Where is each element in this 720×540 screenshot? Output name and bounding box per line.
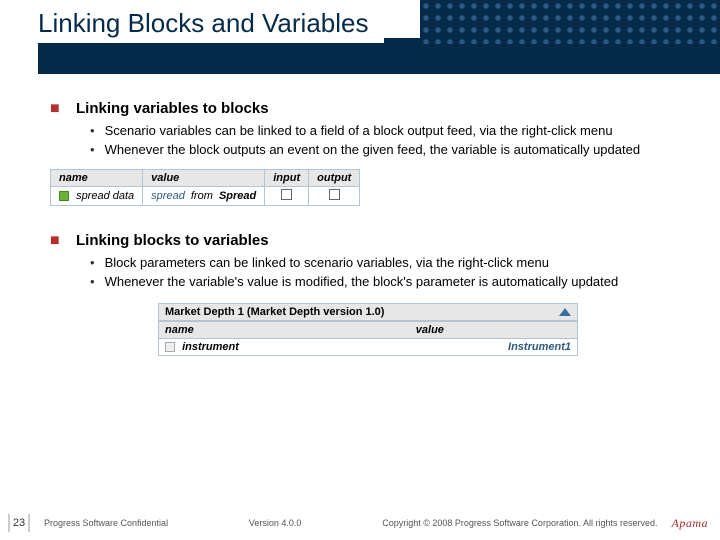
footer-confidential: Progress Software Confidential: [44, 518, 168, 528]
param-name: instrument: [182, 341, 239, 353]
type-swatch-icon: [165, 342, 175, 352]
block-parameter-panel: Market Depth 1 (Market Depth version 1.0…: [158, 303, 578, 356]
variable-link-table: name value input output spread data spre…: [50, 169, 360, 206]
bullet-text: Whenever the variable's value is modifie…: [105, 274, 619, 291]
footer-version: Version 4.0.0: [168, 518, 382, 528]
input-checkbox: [281, 189, 292, 200]
col-input: input: [265, 169, 309, 186]
col-value: value: [410, 321, 577, 338]
footer: 23 Progress Software Confidential Versio…: [0, 506, 720, 540]
type-swatch-icon: [59, 191, 69, 201]
linked-feed: Spread: [219, 190, 256, 202]
decorative-dots: [420, 0, 720, 44]
content: ■ Linking variables to blocks • Scenario…: [0, 74, 720, 540]
col-name: name: [159, 321, 410, 338]
bullet-icon: •: [90, 255, 95, 272]
col-value: value: [143, 169, 265, 186]
brand-logo: Apama: [672, 516, 709, 531]
linked-field: spread: [151, 190, 185, 202]
page-number: 23: [8, 514, 30, 532]
table-row: spread data spread from Spread: [51, 186, 360, 205]
bullet-icon: •: [90, 274, 95, 291]
bullet-icon: •: [90, 123, 95, 140]
collapse-triangle-icon: [559, 308, 571, 316]
param-value: Instrument1: [410, 338, 577, 355]
section-linking-blocks-to-variables: ■ Linking blocks to variables • Block pa…: [50, 232, 686, 356]
bullet-square-icon: ■: [50, 101, 62, 117]
bullet-square-icon: ■: [50, 233, 62, 249]
footer-copyright: Copyright © 2008 Progress Software Corpo…: [382, 518, 657, 528]
section-title: Linking blocks to variables: [76, 232, 269, 249]
section-title: Linking variables to blocks: [76, 100, 269, 117]
bullet-icon: •: [90, 142, 95, 159]
title-band: Linking Blocks and Variables: [0, 0, 720, 74]
panel-title: Market Depth 1 (Market Depth version 1.0…: [165, 306, 384, 318]
col-output: output: [309, 169, 360, 186]
page-title: Linking Blocks and Variables: [38, 8, 384, 43]
col-name: name: [51, 169, 143, 186]
table-row: instrument Instrument1: [159, 338, 577, 355]
bullet-text: Scenario variables can be linked to a fi…: [105, 123, 613, 140]
output-checkbox: [329, 189, 340, 200]
from-label: from: [191, 190, 213, 202]
section-linking-variables-to-blocks: ■ Linking variables to blocks • Scenario…: [50, 100, 686, 206]
bullet-text: Block parameters can be linked to scenar…: [105, 255, 549, 272]
row-name: spread data: [76, 190, 134, 202]
bullet-text: Whenever the block outputs an event on t…: [105, 142, 641, 159]
